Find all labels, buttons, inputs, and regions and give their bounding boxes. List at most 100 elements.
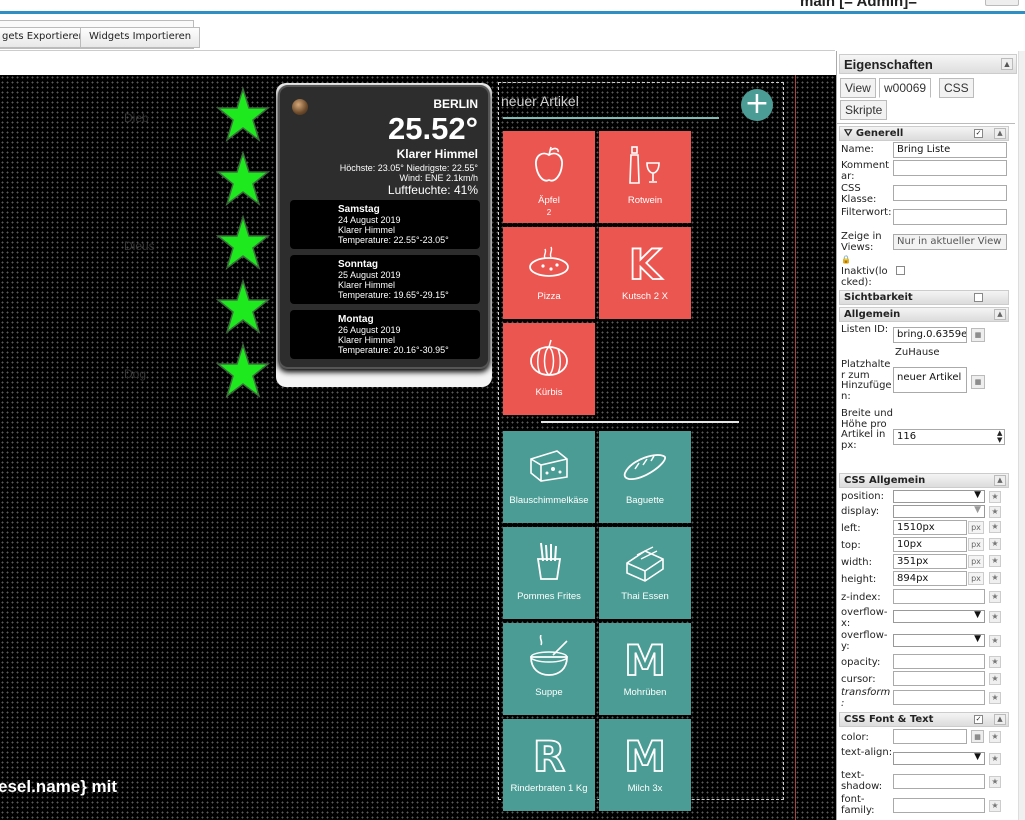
collapse-icon[interactable]: ▲: [994, 309, 1006, 320]
name-input[interactable]: Bring Liste: [893, 142, 1007, 158]
recent-item[interactable]: Thai Essen: [599, 527, 691, 619]
window-button[interactable]: [985, 0, 1019, 6]
collapse-icon[interactable]: ▲: [994, 475, 1006, 486]
width-input[interactable]: 351px: [893, 554, 967, 569]
star-icon[interactable]: [216, 343, 270, 401]
unit-toggle[interactable]: px: [968, 555, 984, 568]
section-checkbox[interactable]: [974, 293, 983, 302]
star-icon[interactable]: [216, 151, 270, 209]
tab-scripts[interactable]: Skripte: [840, 100, 888, 120]
collapse-icon[interactable]: ▲: [994, 714, 1006, 725]
star-icon[interactable]: [216, 87, 270, 145]
spinner-arrows-icon[interactable]: ▲ ▼: [997, 430, 1002, 444]
recent-item[interactable]: Blauschimmelkäse: [503, 431, 595, 523]
canvas-label: Dog: [124, 367, 147, 381]
color-input[interactable]: [893, 729, 967, 744]
field-label: cursor:: [841, 674, 876, 685]
section-checkbox[interactable]: ✓: [974, 715, 983, 724]
favorite-star-icon[interactable]: ★: [989, 635, 1001, 647]
favorite-star-icon[interactable]: ★: [989, 656, 1001, 668]
position-select[interactable]: ▼: [893, 490, 985, 503]
panel-scrollbar[interactable]: [1018, 51, 1025, 820]
filter-input[interactable]: [893, 209, 1007, 225]
favorite-star-icon[interactable]: ★: [989, 506, 1001, 518]
text-shadow-input[interactable]: [893, 774, 985, 789]
text-align-select[interactable]: ▼: [893, 752, 985, 765]
section-checkbox[interactable]: ✓: [974, 129, 983, 138]
recent-item[interactable]: Baguette: [599, 431, 691, 523]
transform-input[interactable]: [893, 690, 985, 705]
new-item-input[interactable]: neuer Artikel: [501, 93, 579, 109]
editor-canvas[interactable]: Dieb Dieus Dog BERLIN 25.52° Klarer Himm…: [0, 75, 836, 820]
favorite-star-icon[interactable]: ★: [989, 753, 1001, 765]
top-input[interactable]: 10px: [893, 537, 967, 552]
display-select[interactable]: ▼: [893, 505, 985, 518]
edit-button[interactable]: ▦: [971, 375, 985, 389]
recent-item[interactable]: R Rinderbraten 1 Kg: [503, 719, 595, 811]
css-class-input[interactable]: [893, 185, 1007, 201]
letter-r-icon: R: [532, 731, 566, 775]
list-item[interactable]: Äpfel 2: [503, 131, 595, 223]
toolbar: gets Exportieren Widgets Importieren: [0, 17, 835, 51]
opacity-input[interactable]: [893, 654, 985, 669]
section-general[interactable]: ⛛ Generell ✓ ▲: [839, 126, 1009, 141]
inactive-checkbox[interactable]: [896, 266, 905, 275]
comment-input[interactable]: [893, 160, 1007, 176]
left-input[interactable]: 1510px: [893, 520, 967, 535]
favorite-star-icon[interactable]: ★: [989, 673, 1001, 685]
recent-item[interactable]: M Mohrüben: [599, 623, 691, 715]
recent-item[interactable]: M Milch 3x: [599, 719, 691, 811]
placeholder-textarea[interactable]: neuer Artikel: [893, 367, 967, 393]
weather-wind: Wind: ENE 2.1km/h: [399, 173, 478, 183]
favorite-star-icon[interactable]: ★: [989, 555, 1001, 567]
section-css-font[interactable]: CSS Font & Text ✓ ▲: [839, 712, 1009, 727]
weather-widget[interactable]: BERLIN 25.52° Klarer Himmel Höchste: 23.…: [276, 83, 492, 387]
favorite-star-icon[interactable]: ★: [989, 692, 1001, 704]
favorite-star-icon[interactable]: ★: [989, 538, 1001, 550]
list-item[interactable]: Kürbis: [503, 323, 595, 415]
favorite-star-icon[interactable]: ★: [989, 572, 1001, 584]
font-family-input[interactable]: [893, 798, 985, 813]
tab-widget[interactable]: w00069: [879, 78, 932, 98]
section-common[interactable]: Allgemein ▲: [839, 307, 1009, 322]
weather-condition: Klarer Himmel: [396, 147, 478, 161]
overflow-y-select[interactable]: ▼: [893, 634, 985, 647]
favorite-star-icon[interactable]: ★: [989, 800, 1001, 812]
overflow-x-select[interactable]: ▼: [893, 610, 985, 623]
favorite-star-icon[interactable]: ★: [989, 731, 1001, 743]
list-id-input[interactable]: bring.0.6359e: [893, 327, 967, 343]
zindex-input[interactable]: [893, 589, 985, 604]
browse-button[interactable]: ▦: [971, 328, 985, 342]
bring-list-widget[interactable]: neuer Artikel + Äpfel 2 Rotwein Pizza K …: [498, 82, 784, 811]
tab-view[interactable]: View: [840, 78, 876, 98]
list-item[interactable]: K Kutsch 2 X: [599, 227, 691, 319]
list-item[interactable]: Rotwein: [599, 131, 691, 223]
star-icon[interactable]: [216, 215, 270, 273]
unit-toggle[interactable]: px: [968, 538, 984, 551]
tab-css[interactable]: CSS: [939, 78, 974, 98]
star-icon[interactable]: [216, 279, 270, 337]
unit-toggle[interactable]: px: [968, 521, 984, 534]
recent-item[interactable]: Suppe: [503, 623, 595, 715]
list-item[interactable]: Pizza: [503, 227, 595, 319]
favorite-star-icon[interactable]: ★: [989, 776, 1001, 788]
height-input[interactable]: 894px: [893, 571, 967, 586]
section-css-common[interactable]: CSS Allgemein ▲: [839, 473, 1009, 488]
field-label: left:: [841, 523, 861, 534]
field-label: Name:: [841, 144, 874, 155]
size-spinner[interactable]: 116: [893, 429, 1005, 445]
collapse-icon[interactable]: ▲: [994, 128, 1006, 139]
section-visibility[interactable]: Sichtbarkeit: [839, 290, 1009, 305]
unit-toggle[interactable]: px: [968, 572, 984, 585]
favorite-star-icon[interactable]: ★: [989, 591, 1001, 603]
favorite-star-icon[interactable]: ★: [989, 611, 1001, 623]
import-widgets-button[interactable]: Widgets Importieren: [80, 27, 201, 48]
views-select[interactable]: Nur in aktueller View: [893, 234, 1007, 250]
collapse-icon[interactable]: ▲: [1001, 58, 1013, 70]
color-picker-button[interactable]: ▦: [971, 730, 984, 743]
cursor-input[interactable]: [893, 671, 985, 686]
favorite-star-icon[interactable]: ★: [989, 521, 1001, 533]
add-item-button[interactable]: +: [741, 89, 773, 121]
recent-item[interactable]: Pommes Frites: [503, 527, 595, 619]
favorite-star-icon[interactable]: ★: [989, 491, 1001, 503]
